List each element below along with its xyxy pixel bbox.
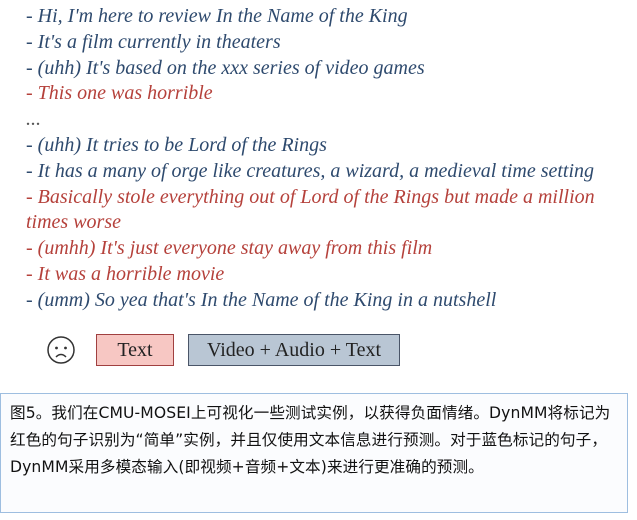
transcript-line: - (uhh) It's based on the xxx series of … (26, 56, 425, 79)
text-only-legend-label: Text (117, 338, 153, 361)
transcript-line: - This one was horrible (26, 82, 213, 105)
transcript-line: - (umhh) It's just everyone stay away fr… (26, 237, 433, 260)
transcript-line: - (uhh) It tries to be Lord of the Rings (26, 133, 327, 156)
text-only-legend-box: Text (96, 334, 174, 366)
transcript-list: - Hi, I'm here to review In the Name of … (26, 4, 626, 314)
multimodal-legend-box: Video + Audio + Text (188, 334, 400, 366)
multimodal-legend-label: Video + Audio + Text (206, 338, 382, 361)
transcript-line: - It has a many of orge like creatures, … (26, 159, 595, 182)
sad-face-icon (47, 336, 75, 364)
modality-legend: Text Video + Audio + Text (46, 333, 400, 367)
figure-caption-text: 图5。我们在CMU-MOSEI上可视化一些测试实例，以获得负面情绪。DynMM将… (10, 404, 611, 476)
transcript-line: - (umm) So yea that's In the Name of the… (26, 288, 497, 311)
transcript-line: - It was a horrible movie (26, 262, 225, 285)
transcript-line: - Hi, I'm here to review In the Name of … (26, 5, 408, 27)
figure-caption: 图5。我们在CMU-MOSEI上可视化一些测试实例，以获得负面情绪。DynMM将… (0, 393, 628, 513)
transcript-line: - It's a film currently in theaters (26, 30, 281, 53)
transcript-line: ... (26, 108, 41, 131)
transcript-line: - Basically stole everything out of Lord… (26, 185, 595, 234)
